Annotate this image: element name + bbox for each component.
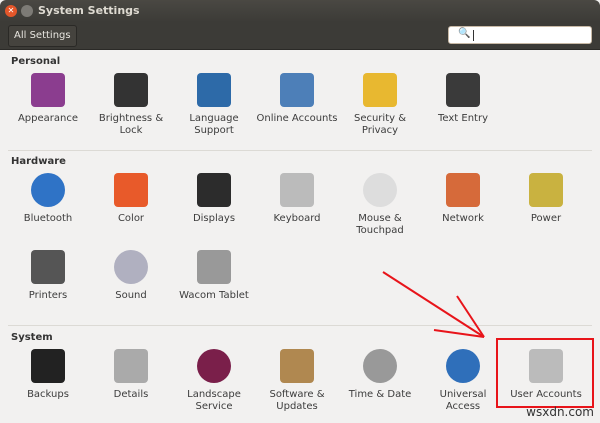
watermark: wsxdn.com	[526, 405, 594, 419]
highlight-box	[496, 338, 594, 408]
